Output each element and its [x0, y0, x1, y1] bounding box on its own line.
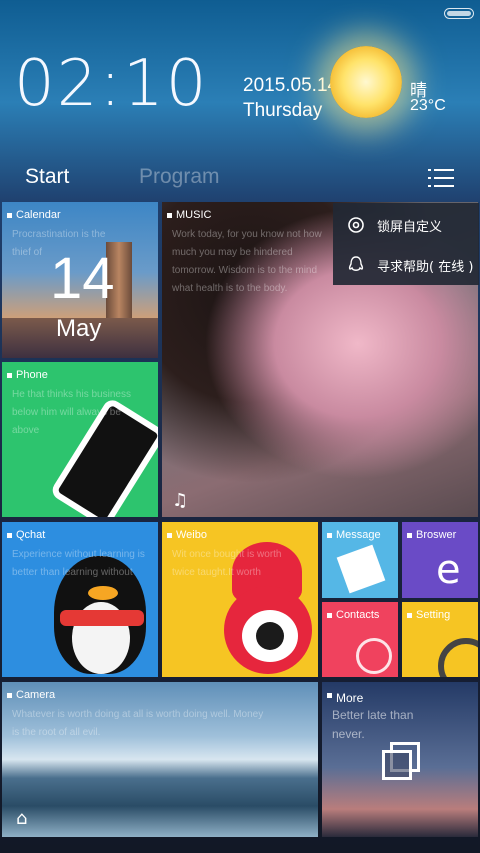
sun-icon — [330, 46, 402, 118]
gear-icon — [438, 638, 478, 677]
tile-more[interactable]: More Better late than never. — [322, 682, 478, 837]
browser-e-icon: e — [436, 547, 461, 593]
tile-setting-label: Setting — [416, 609, 451, 621]
tile-more-motto: Better late than never. — [332, 708, 414, 741]
tile-browser[interactable]: Broswer e — [402, 522, 478, 598]
tab-program[interactable]: Program — [139, 165, 220, 189]
clock-time: 02:10 — [14, 47, 209, 121]
tile-phone-motto: He that thinks his business below him wi… — [12, 389, 131, 436]
weather-temp: 23°C — [410, 97, 446, 114]
tile-camera[interactable]: Camera Whatever is worth doing at all is… — [2, 682, 318, 837]
music-note-icon: ♫ — [172, 490, 189, 511]
tile-calendar-label: Calendar — [16, 209, 61, 221]
camera-icon: ⌂ — [16, 808, 28, 829]
dropdown-menu: 锁屏自定义 寻求帮助( 在线 ) — [333, 203, 479, 285]
envelope-icon — [336, 544, 386, 594]
tile-music-label: MUSIC — [176, 209, 212, 221]
list-menu-icon[interactable] — [428, 168, 454, 188]
tile-qchat-motto: Experience without learning is better th… — [12, 549, 145, 578]
tile-more-label: More — [336, 691, 364, 705]
contacts-icon — [356, 638, 392, 674]
tile-contacts[interactable]: Contacts — [322, 602, 398, 677]
tile-qchat-label: Qchat — [16, 529, 46, 541]
tile-music-motto: Work today, for you know not how much yo… — [172, 229, 322, 294]
tile-weibo-label: Weibo — [176, 529, 207, 541]
menu-item-label: 锁屏自定义 — [377, 220, 443, 235]
tile-camera-label: Camera — [16, 689, 56, 701]
calendar-day: 14 — [50, 246, 115, 311]
clock-date: 2015.05.14 — [243, 75, 339, 96]
tab-start[interactable]: Start — [25, 165, 69, 189]
calendar-month: May — [56, 315, 102, 342]
menu-item-help[interactable]: 寻求帮助( 在线 ) — [333, 245, 479, 285]
menu-item-label: 寻求帮助( 在线 ) — [377, 260, 474, 275]
tile-calendar[interactable]: Calendar Procrastination is the thief of… — [2, 202, 158, 358]
tile-qchat[interactable]: Qchat Experience without learning is bet… — [2, 522, 158, 677]
menu-item-lockscreen[interactable]: 锁屏自定义 — [333, 205, 479, 245]
gear-icon — [348, 217, 364, 233]
tile-message-label: Message — [336, 529, 381, 541]
tile-camera-motto: Whatever is worth doing at all is worth … — [12, 709, 264, 738]
tile-weibo[interactable]: Weibo Wit once bought is worth twice tau… — [162, 522, 318, 677]
clock-weekday: Thursday — [243, 100, 323, 121]
tile-contacts-label: Contacts — [336, 609, 380, 621]
qq-icon — [348, 256, 364, 271]
battery-icon — [444, 8, 474, 19]
tile-setting[interactable]: Setting — [402, 602, 478, 677]
tile-message[interactable]: Message — [322, 522, 398, 598]
tile-browser-label: Broswer — [416, 529, 457, 541]
tile-phone-label: Phone — [16, 369, 48, 381]
tile-phone[interactable]: Phone He that thinks his business below … — [2, 362, 158, 517]
tile-weibo-motto: Wit once bought is worth twice taught.It… — [172, 549, 282, 578]
